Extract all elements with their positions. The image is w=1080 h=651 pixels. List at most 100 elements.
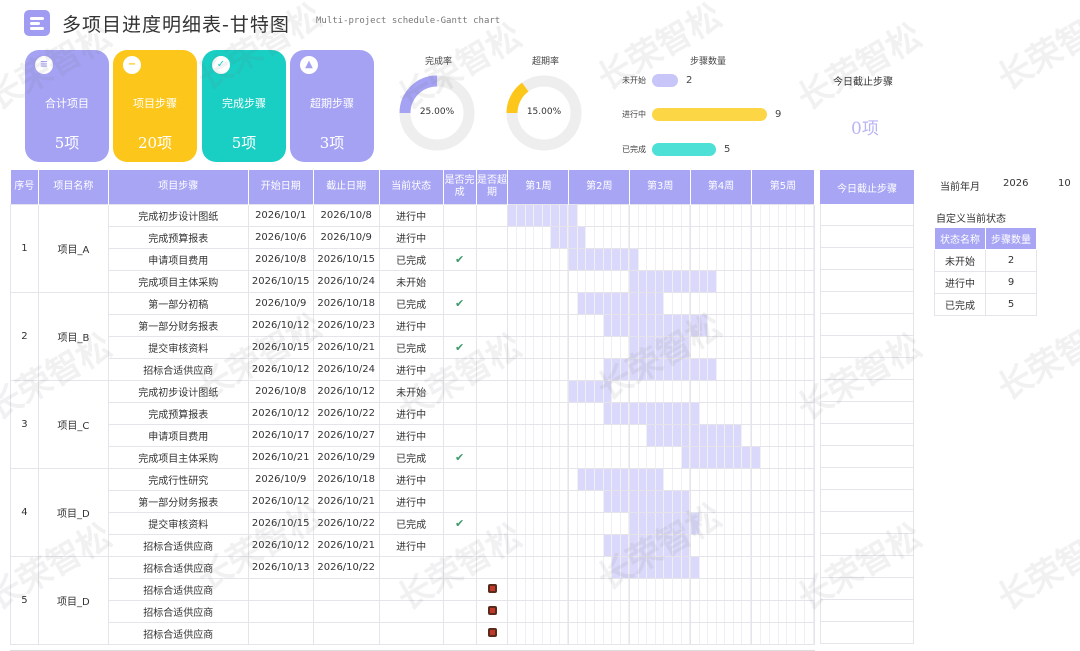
month-value[interactable]: 10 — [1058, 178, 1071, 189]
day-cell — [570, 469, 578, 489]
table-row[interactable]: 完成预算报表 2026/10/12 2026/10/22 进行中 — [11, 401, 815, 425]
day-cell — [526, 557, 535, 577]
day-cell — [761, 469, 770, 489]
table-row[interactable]: 3 项目_C 完成初步设计图纸 2026/10/8 2026/10/12 未开始 — [10, 379, 815, 469]
table-row[interactable]: 完成预算报表 2026/10/6 2026/10/9 进行中 — [11, 225, 815, 249]
table-row[interactable]: 2 项目_B 第一部分初稿 2026/10/9 2026/10/18 已完成 ✔ — [10, 291, 815, 381]
day-cell — [560, 293, 568, 313]
table-row[interactable]: 5 项目_D 招标合适供应商 2026/10/13 2026/10/22 — [10, 555, 815, 645]
day-cell — [692, 623, 700, 643]
day-cell — [692, 205, 700, 225]
today-deadline-cell — [820, 512, 914, 534]
day-cell — [770, 557, 779, 577]
table-row[interactable]: 第一部分财务报表 2026/10/12 2026/10/21 进行中 — [11, 489, 815, 513]
gantt-bar-segment — [664, 557, 673, 577]
day-cell — [708, 535, 717, 555]
gantt-bar-segment — [630, 491, 639, 511]
start-date: 2026/10/17 — [247, 423, 314, 447]
day-cell — [560, 601, 568, 621]
gantt-bar-segment — [725, 425, 734, 445]
gantt-bar-segment — [603, 249, 613, 269]
gantt-bar-segment — [681, 491, 690, 511]
kpi-card[interactable]: ✓ 完成步骤 5项 — [202, 50, 286, 162]
table-row[interactable]: 提交审核资料 2026/10/15 2026/10/22 已完成 ✔ — [11, 511, 815, 535]
day-cell — [664, 623, 673, 643]
table-row[interactable]: 完成项目主体采购 2026/10/21 2026/10/29 已完成 ✔ — [11, 445, 815, 469]
done-cell — [442, 423, 477, 447]
week-cell — [690, 203, 752, 227]
project-number: 4 — [10, 467, 39, 557]
table-row[interactable]: 申请项目费用 2026/10/8 2026/10/15 已完成 ✔ — [11, 247, 815, 271]
day-cell — [578, 315, 587, 335]
status-count: 2 — [985, 249, 1037, 272]
gantt-bar-segment — [630, 557, 639, 577]
week-cell — [568, 621, 631, 645]
gantt-header-cell: 序号 — [10, 170, 39, 204]
week-cell — [507, 621, 570, 645]
day-cell — [692, 337, 700, 357]
day-cell — [604, 337, 613, 357]
day-cell — [742, 623, 751, 643]
kpi-label: 超期步骤 — [310, 97, 354, 110]
day-cell — [787, 535, 797, 555]
day-cell — [551, 513, 560, 533]
table-row[interactable]: 完成项目主体采购 2026/10/15 2026/10/24 未开始 — [11, 269, 815, 293]
day-cell — [734, 205, 743, 225]
day-cell — [770, 425, 779, 445]
day-cell — [595, 535, 604, 555]
day-cell — [805, 557, 814, 577]
day-cell — [570, 447, 578, 467]
day-cell — [604, 271, 613, 291]
week-cell — [507, 599, 570, 623]
year-value[interactable]: 2026 — [1003, 178, 1028, 189]
day-cell — [805, 601, 814, 621]
gantt-bar-segment — [569, 227, 578, 247]
table-row[interactable]: 1 项目_A 完成初步设计图纸 2026/10/1 2026/10/8 进行中 — [10, 203, 815, 293]
day-cell — [725, 293, 734, 313]
day-cell — [742, 227, 751, 247]
table-row[interactable]: 第一部分财务报表 2026/10/12 2026/10/23 进行中 — [11, 313, 815, 337]
week-cell — [629, 445, 692, 469]
week-cell — [568, 467, 631, 491]
gantt-bar-segment — [525, 205, 535, 225]
project-number: 3 — [10, 379, 39, 469]
table-row[interactable]: 申请项目费用 2026/10/17 2026/10/27 进行中 — [11, 423, 815, 447]
day-cell — [787, 337, 797, 357]
today-deadline-cell — [820, 600, 914, 622]
day-cell — [509, 469, 518, 489]
day-cell — [734, 469, 743, 489]
end-date: 2026/10/8 — [312, 203, 380, 227]
table-row[interactable]: 招标合适供应商 2026/10/12 2026/10/21 进行中 — [11, 533, 815, 557]
table-row[interactable]: 招标合适供应商 2026/10/12 2026/10/24 进行中 — [11, 357, 815, 381]
day-cell — [586, 491, 595, 511]
table-row[interactable]: 提交审核资料 2026/10/15 2026/10/21 已完成 ✔ — [11, 335, 815, 359]
day-cell — [631, 623, 639, 643]
day-cell — [779, 249, 788, 269]
day-cell — [692, 491, 700, 511]
table-row[interactable]: 招标合适供应商 — [11, 621, 815, 645]
gantt-bar-segment — [595, 249, 604, 269]
day-cell — [517, 403, 526, 423]
current-status: 进行中 — [378, 423, 444, 447]
day-cell — [770, 293, 779, 313]
table-row[interactable]: 招标合适供应商 — [11, 577, 815, 601]
day-cell — [725, 579, 734, 599]
day-cell — [734, 227, 743, 247]
day-cell — [734, 557, 743, 577]
gantt-bar-segment — [603, 403, 613, 423]
step-count-label: 进行中 — [622, 109, 646, 119]
gantt-bar-segment — [742, 447, 751, 467]
kpi-card[interactable]: ≡ 合计项目 5项 — [25, 50, 109, 162]
gantt-bar-segment — [699, 425, 709, 445]
kpi-card[interactable]: ▲ 超期步骤 3项 — [290, 50, 374, 162]
day-cell — [595, 491, 604, 511]
kpi-card[interactable]: − 项目步骤 20项 — [113, 50, 197, 162]
table-row[interactable]: 4 项目_D 完成行性研究 2026/10/9 2026/10/18 进行中 — [10, 467, 815, 557]
day-cell — [752, 557, 761, 577]
today-deadline-cell — [820, 490, 914, 512]
day-cell — [621, 579, 629, 599]
day-cell — [517, 315, 526, 335]
step-name: 申请项目费用 — [107, 247, 249, 271]
table-row[interactable]: 招标合适供应商 — [11, 599, 815, 623]
gantt-bar-segment — [577, 249, 587, 269]
